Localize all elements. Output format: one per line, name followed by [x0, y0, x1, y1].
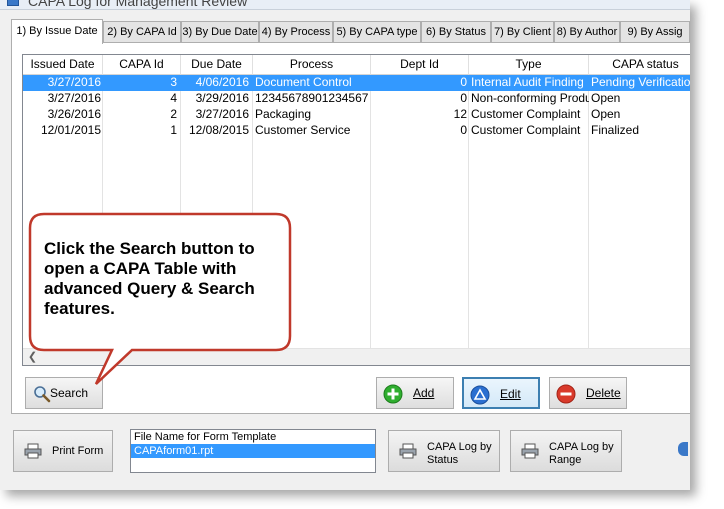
- cell-capa-status: Pending Verification: [591, 75, 690, 89]
- cell-issued-date: 3/27/2016: [47, 75, 101, 89]
- print-form-label: Print Form: [52, 445, 104, 457]
- table-row[interactable]: 3/27/2016 4 3/29/2016 12345678901234567 …: [23, 91, 690, 107]
- cell-due-date: 12/08/2015: [188, 123, 249, 137]
- cell-capa-status: Open: [591, 91, 621, 105]
- callout-text: Click the Search button to open a CAPA T…: [44, 239, 255, 318]
- bottom-toolbar: Print Form File Name for Form Template C…: [0, 414, 690, 490]
- capa-log-by-status-label: CAPA Log by Status: [427, 441, 492, 467]
- list-item[interactable]: File Name for Form Template: [131, 430, 375, 444]
- grid-header: Issued Date CAPA Id Due Date Process Dep…: [23, 55, 690, 75]
- cell-dept-id: 12: [453, 107, 467, 121]
- cell-process: Document Control: [255, 75, 352, 89]
- tab-by-capa-type[interactable]: 5) By CAPA type: [333, 21, 421, 43]
- column-header-due-date[interactable]: Due Date: [181, 55, 253, 75]
- column-header-dept-id[interactable]: Dept Id: [371, 55, 469, 75]
- cell-process: Customer Service: [255, 123, 351, 137]
- capa-log-grid[interactable]: Issued Date CAPA Id Due Date Process Dep…: [22, 54, 690, 366]
- horizontal-scrollbar[interactable]: ❮: [23, 348, 690, 365]
- cell-issued-date: 3/26/2016: [47, 107, 101, 121]
- label-line: CAPA Log by: [549, 441, 614, 453]
- capa-log-by-status-button[interactable]: CAPA Log by Status: [388, 430, 500, 472]
- cell-due-date: 3/27/2016: [195, 107, 249, 121]
- cell-dept-id: 0: [460, 123, 467, 137]
- cell-due-date: 4/06/2016: [195, 75, 249, 89]
- cell-due-date: 3/29/2016: [195, 91, 249, 105]
- cell-type: Customer Complaint: [471, 107, 581, 121]
- title-bar: CAPA Log for Management Review: [0, 0, 690, 10]
- cell-type: Internal Audit Finding: [471, 75, 584, 89]
- tab-by-author[interactable]: 8) By Author: [554, 21, 620, 43]
- add-button[interactable]: Add: [376, 377, 454, 409]
- label-line: Range: [549, 454, 582, 466]
- tab-by-status[interactable]: 6) By Status: [421, 21, 491, 43]
- edit-triangle-icon: [470, 385, 490, 405]
- capa-log-by-range-label: CAPA Log by Range: [549, 441, 614, 467]
- edit-button[interactable]: Edit: [462, 377, 540, 409]
- cell-type: Non-conforming Product: [471, 91, 589, 105]
- column-header-capa-id[interactable]: CAPA Id: [103, 55, 181, 75]
- table-row[interactable]: 12/01/2015 1 12/08/2015 Customer Service…: [23, 123, 690, 139]
- tab-by-client[interactable]: 7) By Client: [491, 21, 554, 43]
- cell-issued-date: 12/01/2015: [40, 123, 101, 137]
- tab-by-issue-date[interactable]: 1) By Issue Date: [11, 19, 103, 44]
- delete-button-label: Delete: [586, 386, 621, 400]
- form-template-list[interactable]: File Name for Form Template CAPAform01.r…: [130, 429, 376, 473]
- cell-type: Customer Complaint: [471, 123, 581, 137]
- plus-icon: [383, 384, 403, 404]
- label-line: CAPA Log by: [427, 441, 492, 453]
- capa-log-by-range-button[interactable]: CAPA Log by Range: [510, 430, 622, 472]
- cell-dept-id: 0: [460, 75, 467, 89]
- help-icon[interactable]: [678, 442, 688, 456]
- tab-panel: Issued Date CAPA Id Due Date Process Dep…: [11, 42, 690, 414]
- scroll-left-icon[interactable]: ❮: [25, 349, 40, 365]
- cell-capa-id: 4: [170, 91, 177, 105]
- delete-button[interactable]: Delete: [549, 377, 627, 409]
- cell-capa-status: Open: [591, 107, 621, 121]
- label-line: Status: [427, 454, 459, 466]
- search-button-label: Search: [50, 386, 89, 400]
- cell-process: Packaging: [255, 107, 312, 121]
- magnifier-icon: [34, 386, 51, 403]
- window-title: CAPA Log for Management Review: [28, 0, 248, 9]
- app-icon: [7, 0, 19, 6]
- printer-icon: [521, 443, 539, 459]
- tab-by-due-date[interactable]: 3) By Due Date: [181, 21, 259, 43]
- cell-capa-id: 1: [170, 123, 177, 137]
- search-button[interactable]: Search: [25, 377, 103, 409]
- column-header-capa-status[interactable]: CAPA status: [589, 55, 690, 75]
- tab-by-capa-id[interactable]: 2) By CAPA Id: [103, 21, 181, 43]
- list-item[interactable]: CAPAform01.rpt: [131, 444, 375, 458]
- printer-icon: [24, 443, 42, 459]
- column-header-issued-date[interactable]: Issued Date: [23, 55, 103, 75]
- tab-by-assignee[interactable]: 9) By Assig: [620, 21, 690, 43]
- printer-icon: [399, 443, 417, 459]
- cell-capa-id: 2: [170, 107, 177, 121]
- tab-by-process[interactable]: 4) By Process: [259, 21, 333, 43]
- edit-button-label: Edit: [500, 387, 521, 401]
- print-form-button[interactable]: Print Form: [13, 430, 113, 472]
- cell-capa-id: 3: [170, 75, 177, 89]
- cell-dept-id: 0: [460, 91, 467, 105]
- table-row[interactable]: 3/26/2016 2 3/27/2016 Packaging 12 Custo…: [23, 107, 690, 123]
- table-row[interactable]: 3/27/2016 3 4/06/2016 Document Control 0…: [23, 75, 690, 91]
- cell-process: 12345678901234567: [255, 91, 369, 105]
- column-header-process[interactable]: Process: [253, 55, 371, 75]
- cell-issued-date: 3/27/2016: [47, 91, 101, 105]
- column-header-type[interactable]: Type: [469, 55, 589, 75]
- add-button-label: Add: [413, 386, 435, 400]
- cell-capa-status: Finalized: [591, 123, 640, 137]
- minus-icon: [556, 384, 576, 404]
